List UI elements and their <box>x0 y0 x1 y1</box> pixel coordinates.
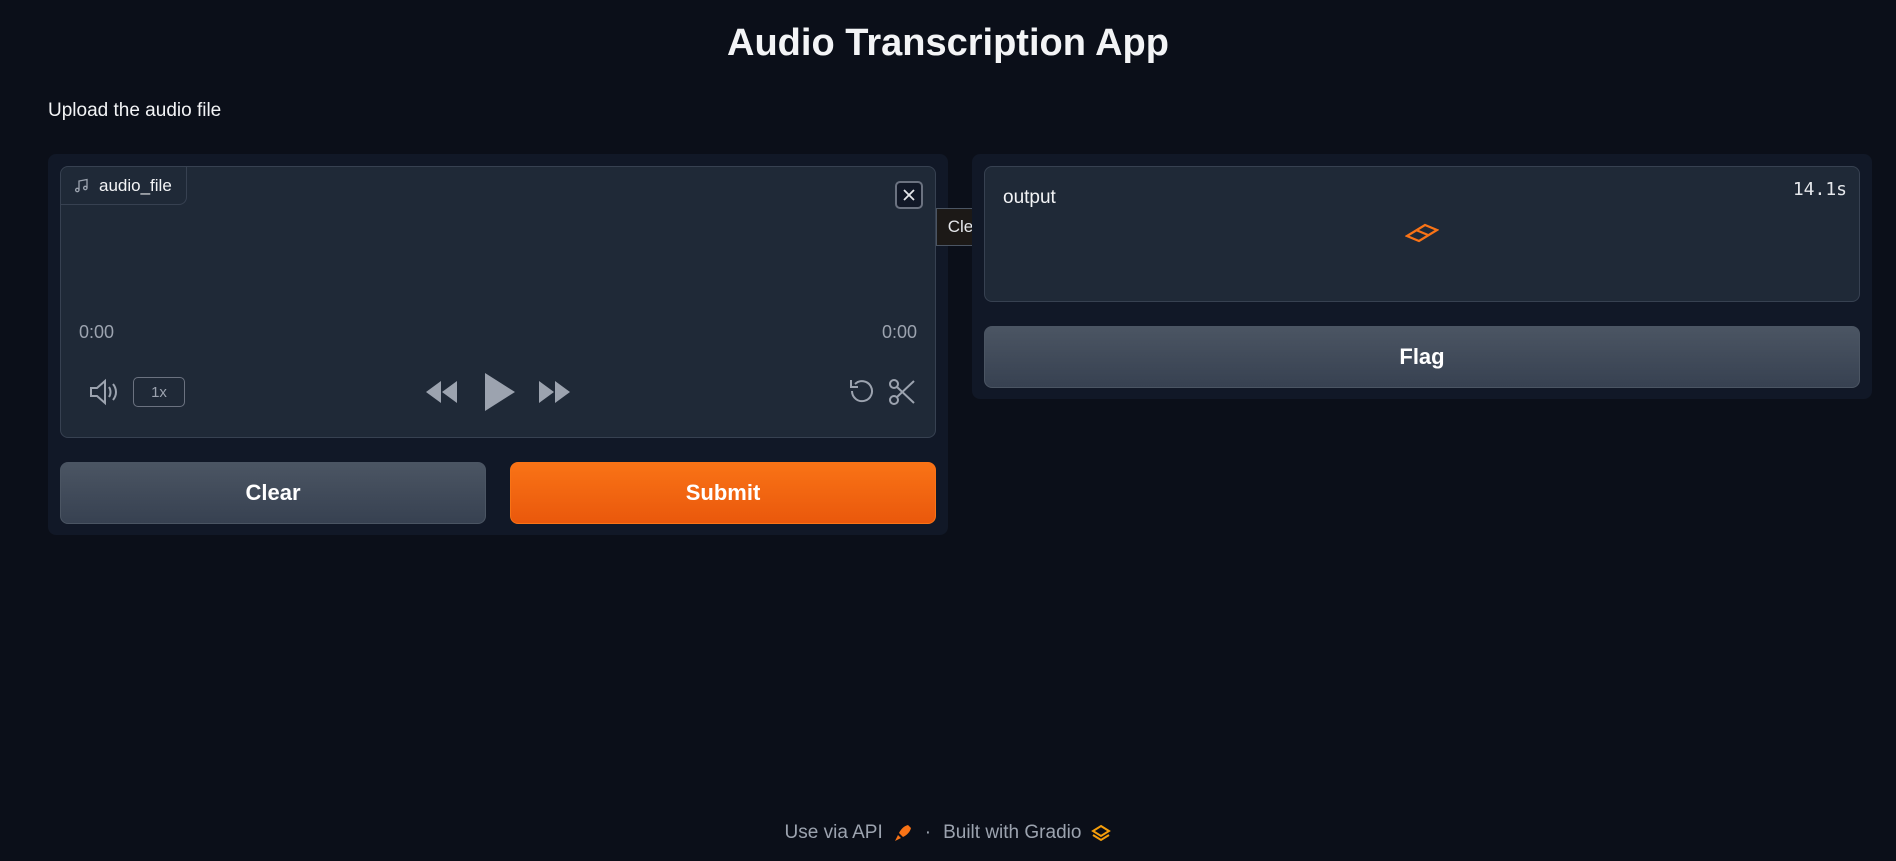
audio-player: audio_file 0:00 0:00 1x <box>60 166 936 438</box>
close-icon <box>903 189 915 201</box>
submit-button[interactable]: Submit <box>510 462 936 524</box>
clear-audio-button[interactable] <box>895 181 923 209</box>
footer: Use via API · Built with Gradio <box>0 822 1896 844</box>
page-title: Audio Transcription App <box>727 22 1169 64</box>
output-label: output <box>1003 187 1056 208</box>
reset-icon[interactable] <box>845 375 877 409</box>
gradio-link-text: Built with Gradio <box>943 822 1082 843</box>
music-note-icon <box>74 178 88 192</box>
loading-icon <box>1405 223 1439 243</box>
rewind-icon[interactable] <box>423 375 461 409</box>
audio-block-label: audio_file <box>61 167 187 205</box>
api-link-text: Use via API <box>784 822 883 843</box>
current-time: 0:00 <box>79 322 115 342</box>
input-panel: audio_file 0:00 0:00 1x Clear Submit <box>48 154 948 535</box>
duration-time: 0:00 <box>881 322 917 342</box>
flag-button[interactable]: Flag <box>984 326 1860 388</box>
audio-label-text: audio_file <box>99 175 172 195</box>
rocket-icon <box>894 825 911 841</box>
gradio-link[interactable]: Built with Gradio <box>943 822 1112 844</box>
volume-icon[interactable] <box>87 375 121 409</box>
api-link[interactable]: Use via API <box>785 822 913 844</box>
clear-button[interactable]: Clear <box>60 462 486 524</box>
gradio-logo-icon <box>1091 824 1112 842</box>
playback-speed-button[interactable]: 1x <box>133 377 185 407</box>
fast-forward-icon[interactable] <box>535 375 573 409</box>
play-icon[interactable] <box>479 369 519 415</box>
scissors-icon[interactable] <box>887 375 917 409</box>
description-text: Upload the audio file <box>48 100 222 121</box>
elapsed-timer: 14.1s <box>1792 179 1847 200</box>
footer-separator: · <box>924 822 932 843</box>
player-controls: 1x <box>61 367 937 417</box>
output-block: output 14.1s <box>984 166 1860 302</box>
output-panel: output 14.1s Flag <box>972 154 1872 399</box>
